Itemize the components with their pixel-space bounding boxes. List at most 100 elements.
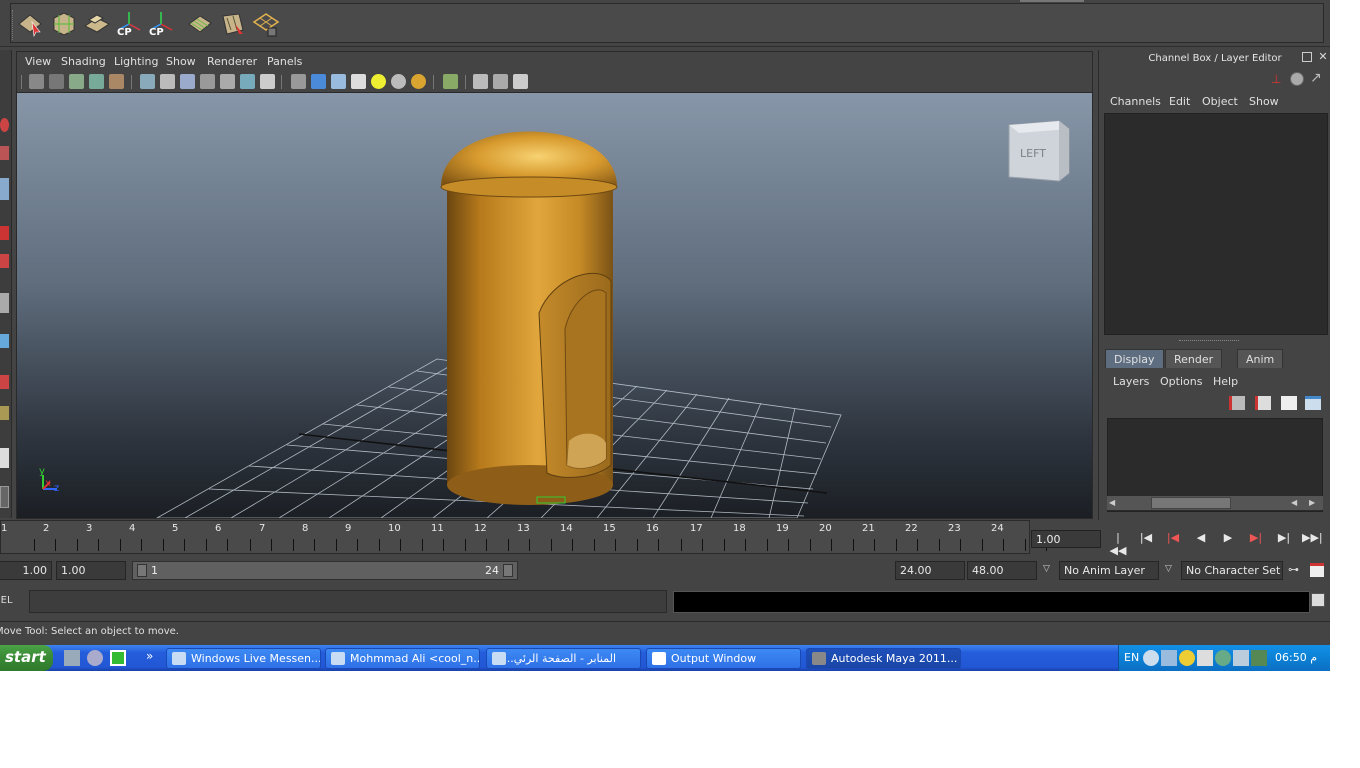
- soft-mod-tool-icon[interactable]: [0, 375, 9, 389]
- tray-icon[interactable]: [1251, 650, 1267, 666]
- taskbar-task-active[interactable]: Autodesk Maya 2011...: [806, 648, 961, 669]
- menu-show[interactable]: Show: [166, 55, 196, 68]
- tray-icon[interactable]: [1179, 650, 1195, 666]
- quick-launch-icon[interactable]: [110, 650, 126, 666]
- curve-grid-icon[interactable]: [50, 10, 78, 38]
- menu-edit[interactable]: Edit: [1169, 95, 1190, 108]
- step-back-frame-button[interactable]: |◀: [1137, 531, 1155, 547]
- anim-layer-dropdown-icon[interactable]: ▽: [1043, 564, 1050, 574]
- paint-tool-icon[interactable]: [0, 178, 9, 200]
- animation-preferences-icon[interactable]: [1310, 563, 1324, 577]
- xray-components-icon[interactable]: [513, 74, 528, 89]
- menu-help[interactable]: Help: [1213, 375, 1238, 388]
- move-tool-icon[interactable]: [0, 226, 9, 240]
- resolution-gate-icon[interactable]: [180, 74, 195, 89]
- tray-icon[interactable]: [1215, 650, 1231, 666]
- channel-list-area[interactable]: [1104, 113, 1328, 335]
- quick-launch-more-icon[interactable]: »: [146, 649, 153, 663]
- menu-renderer[interactable]: Renderer: [207, 55, 257, 68]
- mel-input[interactable]: [29, 590, 667, 613]
- rotate-tool-icon[interactable]: [0, 254, 9, 268]
- wireframe-icon[interactable]: [291, 74, 306, 89]
- grease-pencil-icon[interactable]: [109, 74, 124, 89]
- float-panel-icon[interactable]: [1302, 52, 1312, 62]
- manipulator-tool-icon[interactable]: [0, 334, 9, 348]
- start-button[interactable]: start: [0, 645, 53, 671]
- smooth-shade-icon[interactable]: [311, 74, 326, 89]
- taskbar-task[interactable]: Windows Live Messen...: [166, 648, 321, 669]
- time-slider[interactable]: 1 2 3 4 5 6 7 8 9 10 11 12 13 14 15 16 17 18 19 20 21 22 23 24: [0, 520, 1047, 554]
- grid-toggle-icon[interactable]: [140, 74, 155, 89]
- use-default-lighting-icon[interactable]: [371, 74, 386, 89]
- xray-joints-icon[interactable]: [493, 74, 508, 89]
- script-editor-icon[interactable]: [1311, 593, 1325, 607]
- menu-lighting[interactable]: Lighting: [114, 55, 158, 68]
- select-curve-icon[interactable]: [16, 10, 44, 38]
- end-time-field[interactable]: 48.00: [967, 561, 1037, 580]
- range-max-handle[interactable]: [503, 564, 513, 577]
- tower-object[interactable]: [440, 131, 618, 506]
- close-icon[interactable]: ✕: [1317, 51, 1329, 64]
- menu-object[interactable]: Object: [1202, 95, 1238, 108]
- range-min-handle[interactable]: [137, 564, 147, 577]
- go-to-end-button[interactable]: ▶▶|: [1302, 531, 1323, 547]
- playback-end-field[interactable]: 24.00: [895, 561, 965, 580]
- safe-action-icon[interactable]: [240, 74, 255, 89]
- safe-title-icon[interactable]: [260, 74, 275, 89]
- panel-splitter[interactable]: [1179, 340, 1239, 342]
- play-backwards-button[interactable]: ◀: [1192, 531, 1210, 547]
- film-gate-icon[interactable]: [160, 74, 175, 89]
- tab-render[interactable]: Render: [1165, 349, 1223, 368]
- shadows-icon[interactable]: [391, 74, 406, 89]
- wireframe-on-shaded-icon[interactable]: [331, 74, 346, 89]
- image-plane-icon[interactable]: [89, 74, 104, 89]
- range-slider-bar[interactable]: 1 24: [132, 561, 518, 580]
- playback-start-field[interactable]: 1.00: [56, 561, 126, 580]
- quick-launch-icon[interactable]: [64, 650, 80, 666]
- character-set-field[interactable]: No Character Set: [1181, 561, 1283, 580]
- tray-icon[interactable]: [1197, 650, 1213, 666]
- anim-layer-field[interactable]: No Anim Layer: [1059, 561, 1159, 580]
- bookmark-icon[interactable]: [69, 74, 84, 89]
- layer-horizontal-scrollbar[interactable]: ◀ ◀ ▶: [1107, 496, 1323, 510]
- xray-icon[interactable]: [473, 74, 488, 89]
- quick-launch-icon[interactable]: [87, 650, 103, 666]
- attribute-editor-mode-icon[interactable]: ↗: [1310, 70, 1324, 86]
- play-forwards-button[interactable]: ▶: [1219, 531, 1237, 547]
- menu-panels[interactable]: Panels: [267, 55, 302, 68]
- tray-icon[interactable]: [1161, 650, 1177, 666]
- taskbar-task[interactable]: المنابر - الصفحة الرئي...: [486, 648, 641, 669]
- create-layer-from-selected-icon[interactable]: [1305, 396, 1321, 410]
- select-camera-icon[interactable]: [29, 74, 44, 89]
- surface-patch-icon[interactable]: [83, 10, 111, 38]
- auto-key-icon[interactable]: ⊶: [1288, 563, 1299, 576]
- tray-icon[interactable]: [1143, 650, 1159, 666]
- tab-anim[interactable]: Anim: [1237, 349, 1284, 368]
- step-forward-key-button[interactable]: ▶|: [1247, 531, 1265, 547]
- menu-layers[interactable]: Layers: [1113, 375, 1149, 388]
- menu-view[interactable]: View: [25, 55, 51, 68]
- shelf-top-tab[interactable]: [1020, 0, 1084, 2]
- lasso-tool-icon[interactable]: [0, 146, 9, 160]
- layer-editor-mode-icon[interactable]: [1290, 72, 1304, 86]
- language-indicator[interactable]: EN: [1124, 651, 1139, 664]
- last-tool-icon[interactable]: [0, 406, 9, 420]
- textured-icon[interactable]: [351, 74, 366, 89]
- move-layer-down-icon[interactable]: [1255, 396, 1271, 410]
- isolate-select-icon[interactable]: [443, 74, 458, 89]
- layout-toggle-icon[interactable]: [0, 486, 9, 508]
- step-forward-frame-button[interactable]: ▶|: [1275, 531, 1293, 547]
- go-to-start-button[interactable]: |◀◀: [1109, 531, 1127, 557]
- select-tool-icon[interactable]: [0, 118, 9, 132]
- single-pane-layout-icon[interactable]: [0, 448, 9, 468]
- trim-surface-icon[interactable]: [252, 10, 280, 38]
- scene-canvas[interactable]: LEFT y x z: [17, 93, 1092, 518]
- high-quality-icon[interactable]: [411, 74, 426, 89]
- taskbar-task[interactable]: Output Window: [646, 648, 801, 669]
- step-back-key-button[interactable]: |◀: [1164, 531, 1182, 547]
- 3d-viewport[interactable]: LEFT y x z: [17, 93, 1092, 518]
- field-chart-icon[interactable]: [220, 74, 235, 89]
- taskbar-task[interactable]: Mohmmad Ali <cool_n...: [325, 648, 480, 669]
- gate-mask-icon[interactable]: [200, 74, 215, 89]
- network-icon[interactable]: [1233, 650, 1249, 666]
